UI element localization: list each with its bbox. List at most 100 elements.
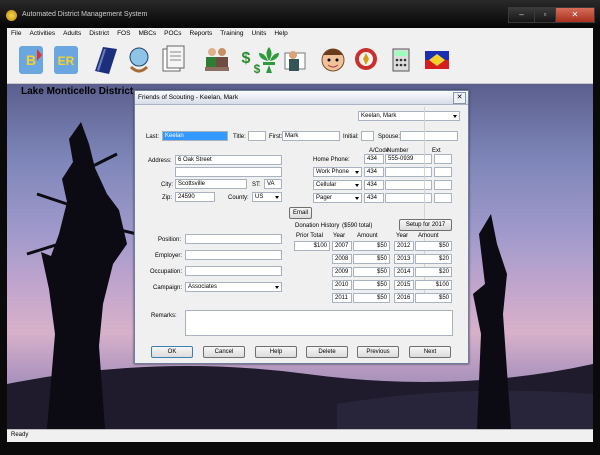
home-phone-ext-input[interactable] [434, 154, 452, 164]
fleur-de-lis-icon[interactable] [255, 43, 283, 77]
remarks-label: Remarks: [151, 313, 177, 319]
book-icon[interactable] [91, 43, 119, 77]
menu-pocs[interactable]: POCs [160, 28, 185, 39]
remarks-textarea[interactable] [185, 310, 453, 336]
menu-bar: File Activities Adults District FOS MBCs POCs R… [7, 28, 593, 39]
cellular-acode-input[interactable]: 434 [364, 180, 384, 190]
trophy-icon[interactable] [352, 43, 380, 77]
initial-input[interactable] [361, 131, 374, 141]
maximize-button[interactable]: ▫ [534, 7, 556, 23]
prior-total-input[interactable]: $100 [294, 241, 330, 251]
friends-of-scouting-dialog: Friends of Scouting - Keelan, Mark ✕ Kee… [134, 90, 469, 364]
work-phone-type-select[interactable]: Work Phone [313, 167, 362, 177]
employer-input[interactable] [185, 250, 282, 260]
donation-amount-input[interactable]: $50 [415, 293, 452, 303]
cellular-phone-type-select[interactable]: Cellular [313, 180, 362, 190]
occupation-label: Occupation: [150, 269, 183, 275]
pager-phone-type-select[interactable]: Pager [313, 193, 362, 203]
spouse-label: Spouse: [378, 134, 401, 140]
initial-label: Initial: [343, 134, 359, 140]
email-button[interactable]: Email [289, 207, 312, 219]
menu-district[interactable]: District [85, 28, 113, 39]
menu-reports[interactable]: Reports [186, 28, 217, 39]
person-select[interactable]: Keelan, Mark [358, 111, 460, 121]
donation-amount-input[interactable]: $20 [415, 254, 452, 264]
menu-help[interactable]: Help [270, 28, 291, 39]
last-input[interactable]: Keelan [162, 131, 228, 141]
employer-label: Employer: [155, 253, 183, 259]
city-input[interactable]: Scottsville [175, 179, 247, 189]
first-input[interactable]: Mark [282, 131, 340, 141]
donation-year-input[interactable]: 2010 [332, 280, 352, 290]
donation-amount-input[interactable]: $100 [415, 280, 452, 290]
spouse-input[interactable] [400, 131, 458, 141]
donation-year-input[interactable]: 2007 [332, 241, 352, 251]
donation-year-input[interactable]: 2015 [394, 280, 414, 290]
position-input[interactable] [185, 234, 282, 244]
person-select-value: Keelan, Mark [361, 113, 397, 119]
campaign-select[interactable]: Associates [185, 282, 282, 292]
menu-mbcs[interactable]: MBCs [134, 28, 160, 39]
globe-hands-icon[interactable] [125, 43, 153, 77]
setup-for-2017-button[interactable]: Setup for 2017 [399, 219, 452, 231]
donation-amount-input[interactable]: $50 [353, 241, 390, 251]
state-input[interactable]: VA [264, 179, 282, 189]
pager-ext-input[interactable] [434, 193, 452, 203]
chevron-down-icon [275, 286, 279, 289]
status-bar: Ready [7, 429, 593, 442]
work-phone-acode-input[interactable]: 434 [364, 167, 384, 177]
menu-training[interactable]: Training [216, 28, 247, 39]
meeting-icon[interactable] [203, 43, 231, 77]
county-select[interactable]: US [252, 192, 282, 202]
donation-amount-input[interactable]: $50 [415, 241, 452, 251]
close-button[interactable]: ✕ [555, 7, 595, 23]
donation-amount-input[interactable]: $50 [353, 280, 390, 290]
ok-button[interactable]: OK [151, 346, 193, 358]
documents-icon[interactable] [159, 43, 187, 77]
menu-activities[interactable]: Activities [25, 28, 59, 39]
home-phone-acode-input[interactable]: 434 [364, 154, 384, 164]
donation-amount-input[interactable]: $50 [353, 267, 390, 277]
title-input[interactable] [248, 131, 266, 141]
previous-button[interactable]: Previous [357, 346, 399, 358]
zip-input[interactable]: 24590 [175, 192, 215, 202]
address-line1-input[interactable]: 6 Oak Street [175, 155, 282, 165]
er-icon[interactable]: ER [52, 43, 80, 77]
donation-year-input[interactable]: 2013 [394, 254, 414, 264]
menu-units[interactable]: Units [248, 28, 271, 39]
address-line2-input[interactable] [175, 167, 282, 177]
cellular-ext-input[interactable] [434, 180, 452, 190]
status-text: Ready [11, 432, 29, 438]
handshake-icon[interactable] [281, 43, 309, 77]
donation-year-input[interactable]: 2014 [394, 267, 414, 277]
donation-year-input[interactable]: 2008 [332, 254, 352, 264]
pager-acode-input[interactable]: 434 [364, 193, 384, 203]
donation-year-input[interactable]: 2009 [332, 267, 352, 277]
donation-year-input[interactable]: 2011 [332, 293, 352, 303]
window-title: Automated District Management System [22, 11, 148, 18]
donation-amount-input[interactable]: $20 [415, 267, 452, 277]
menu-adults[interactable]: Adults [59, 28, 85, 39]
campaign-select-value: Associates [188, 284, 218, 290]
first-label: First: [269, 134, 283, 140]
work-phone-ext-input[interactable] [434, 167, 452, 177]
next-button[interactable]: Next [409, 346, 451, 358]
donation-year-input[interactable]: 2016 [394, 293, 414, 303]
donation-amount-input[interactable]: $50 [353, 293, 390, 303]
scout-face-icon[interactable] [319, 43, 347, 77]
menu-fos[interactable]: FOS [113, 28, 134, 39]
dialog-close-button[interactable]: ✕ [453, 92, 466, 104]
be-icon[interactable]: B [17, 43, 45, 77]
app-window: Automated District Management System – ▫… [0, 0, 600, 455]
address-label: Address: [148, 158, 172, 164]
calculator-icon[interactable] [387, 43, 415, 77]
occupation-input[interactable] [185, 266, 282, 276]
cancel-button[interactable]: Cancel [203, 346, 245, 358]
delete-button[interactable]: Delete [306, 346, 348, 358]
flag-icon[interactable] [423, 43, 451, 77]
donation-year-input[interactable]: 2012 [394, 241, 414, 251]
help-button[interactable]: Help [255, 346, 297, 358]
minimize-button[interactable]: – [508, 7, 535, 23]
menu-file[interactable]: File [7, 28, 25, 39]
donation-amount-input[interactable]: $50 [353, 254, 390, 264]
